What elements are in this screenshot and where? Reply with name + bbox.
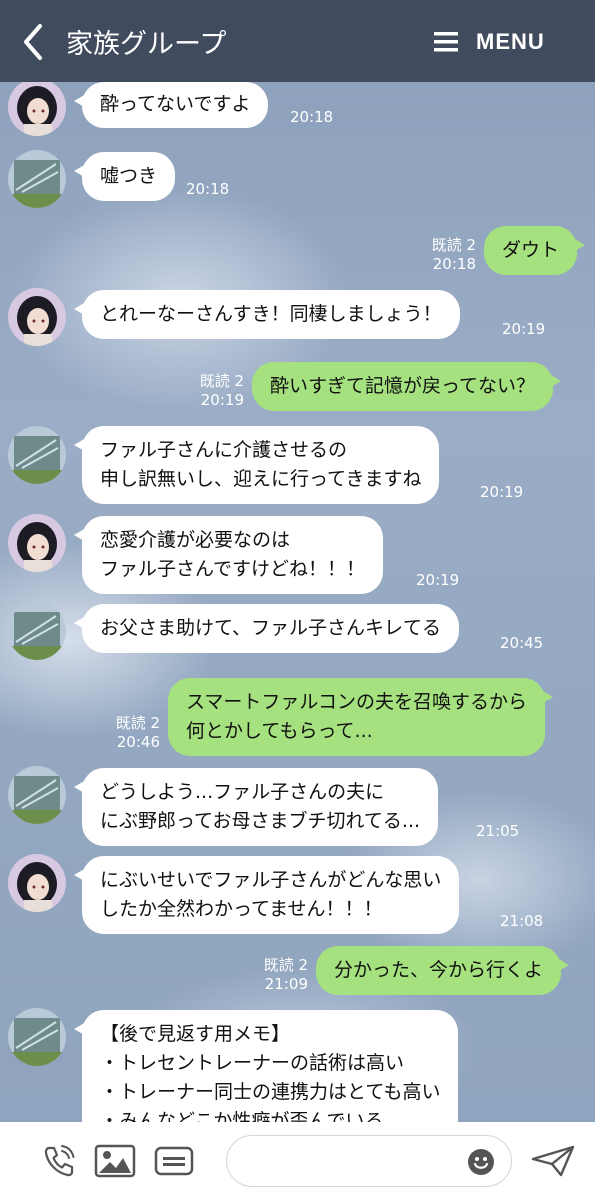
message-time: 20:18 xyxy=(290,108,334,126)
message-text: ・トレセントレーナーの話術は高い xyxy=(100,1052,405,1074)
message-text: ダウト xyxy=(502,239,560,261)
avatar-girl[interactable] xyxy=(8,82,66,136)
message-bubble[interactable]: にぶいせいでファル子さんがどんな思い したか全然わかってません！！！ xyxy=(73,856,460,934)
send-icon[interactable] xyxy=(530,1144,576,1178)
message-text: スマートファルコンの夫を召喚するから xyxy=(186,691,528,713)
message-text: 恋愛介護が必要なのは xyxy=(100,529,291,551)
avatar-building[interactable] xyxy=(8,1008,66,1066)
message-bubble[interactable]: とれーなーさんすき！同棲しましょう！ xyxy=(74,290,460,339)
input-bar xyxy=(0,1122,595,1200)
stamp-list-icon[interactable] xyxy=(154,1146,194,1176)
read-receipt: 既読 2 20:19 xyxy=(199,372,244,409)
phone-icon[interactable] xyxy=(40,1142,78,1180)
message-text: 嘘つき xyxy=(100,165,158,187)
message-text: したか全然わかってません！！！ xyxy=(100,898,383,920)
read-receipt: 既読 2 20:18 xyxy=(431,236,476,273)
message-bubble[interactable]: 恋愛介護が必要なのは ファル子さんですけどね！！！ xyxy=(73,516,384,594)
message-text: ファル子さんに介護させるの xyxy=(100,439,348,461)
message-text: 酔ってないですよ xyxy=(100,93,251,115)
message-bubble[interactable]: ダウト xyxy=(484,226,586,275)
message-text: 酔いすぎて記憶が戻ってない？ xyxy=(270,375,536,397)
avatar-girl[interactable] xyxy=(8,514,66,572)
avatar-building[interactable] xyxy=(8,150,66,208)
message-time: 20:19 xyxy=(416,571,460,589)
chat-title: 家族グループ xyxy=(66,29,227,60)
avatar-girl[interactable] xyxy=(8,854,66,912)
message-bubble[interactable]: 嘘つき xyxy=(73,152,176,201)
hamburger-icon xyxy=(434,32,458,52)
avatar-girl[interactable] xyxy=(8,288,66,346)
avatar-building[interactable] xyxy=(8,602,66,660)
menu-button[interactable]: MENU xyxy=(432,26,545,58)
avatar-building[interactable] xyxy=(8,766,66,824)
message-text: ・みんなどこか性癖が歪んでいる xyxy=(100,1110,384,1122)
read-receipt: 既読 2 20:46 xyxy=(115,714,160,751)
message-time: 20:45 xyxy=(500,634,544,652)
emoji-icon[interactable] xyxy=(467,1148,495,1176)
message-text: ファル子さんですけどね！！！ xyxy=(100,558,366,580)
message-bubble[interactable]: 酔いすぎて記憶が戻ってない？ xyxy=(252,362,562,411)
message-text: にぶいせいでファル子さんがどんな思い xyxy=(100,869,442,891)
avatar-building[interactable] xyxy=(8,426,66,484)
read-receipt: 既読 2 21:09 xyxy=(263,956,308,993)
message-bubble[interactable]: 【後で見返す用メモ】 ・トレセントレーナーの話術は高い ・トレーナー同士の連携力… xyxy=(73,1010,459,1122)
message-time: 20:19 xyxy=(502,320,546,338)
message-time: 20:19 xyxy=(480,483,524,501)
message-bubble[interactable]: ファル子さんに介護させるの 申し訳無いし、迎えに行ってきますね xyxy=(73,426,440,504)
message-bubble[interactable]: どうしよう...ファル子さんの夫に にぶ野郎ってお母さまブチ切れてる... xyxy=(73,768,439,846)
message-bubble[interactable]: お父さま助けて、ファル子さんキレてる xyxy=(73,604,460,653)
message-bubble[interactable]: 分かった、今から行くよ xyxy=(316,946,570,995)
message-text: 【後で見返す用メモ】 xyxy=(100,1023,291,1045)
message-time: 21:08 xyxy=(500,912,544,930)
image-icon[interactable] xyxy=(94,1144,136,1178)
message-input[interactable] xyxy=(226,1135,512,1187)
message-list[interactable]: 酔ってないですよ 20:18 嘘つき 20:18 既読 2 20:18 ダウト … xyxy=(0,82,595,1122)
message-text: 分かった、今から行くよ xyxy=(334,959,544,981)
chat-header: 家族グループ MENU xyxy=(0,0,595,82)
message-text: にぶ野郎ってお母さまブチ切れてる... xyxy=(100,810,421,832)
message-text: どうしよう...ファル子さんの夫に xyxy=(100,781,385,803)
message-bubble[interactable]: スマートファルコンの夫を召喚するから 何とかしてもらって... xyxy=(168,678,554,756)
message-text: お父さま助けて、ファル子さんキレてる xyxy=(100,617,442,639)
message-bubble[interactable]: 酔ってないですよ xyxy=(73,82,269,128)
message-text: ・トレーナー同士の連携力はとても高い xyxy=(100,1081,441,1103)
message-time: 21:05 xyxy=(476,822,520,840)
message-text: 申し訳無いし、迎えに行ってきますね xyxy=(100,468,422,490)
menu-label: MENU xyxy=(476,29,545,54)
message-time: 20:18 xyxy=(186,180,230,198)
message-text: 何とかしてもらって... xyxy=(186,720,373,742)
back-chevron-icon[interactable] xyxy=(16,22,52,62)
message-text: とれーなーさんすき！同棲しましょう！ xyxy=(100,303,442,325)
